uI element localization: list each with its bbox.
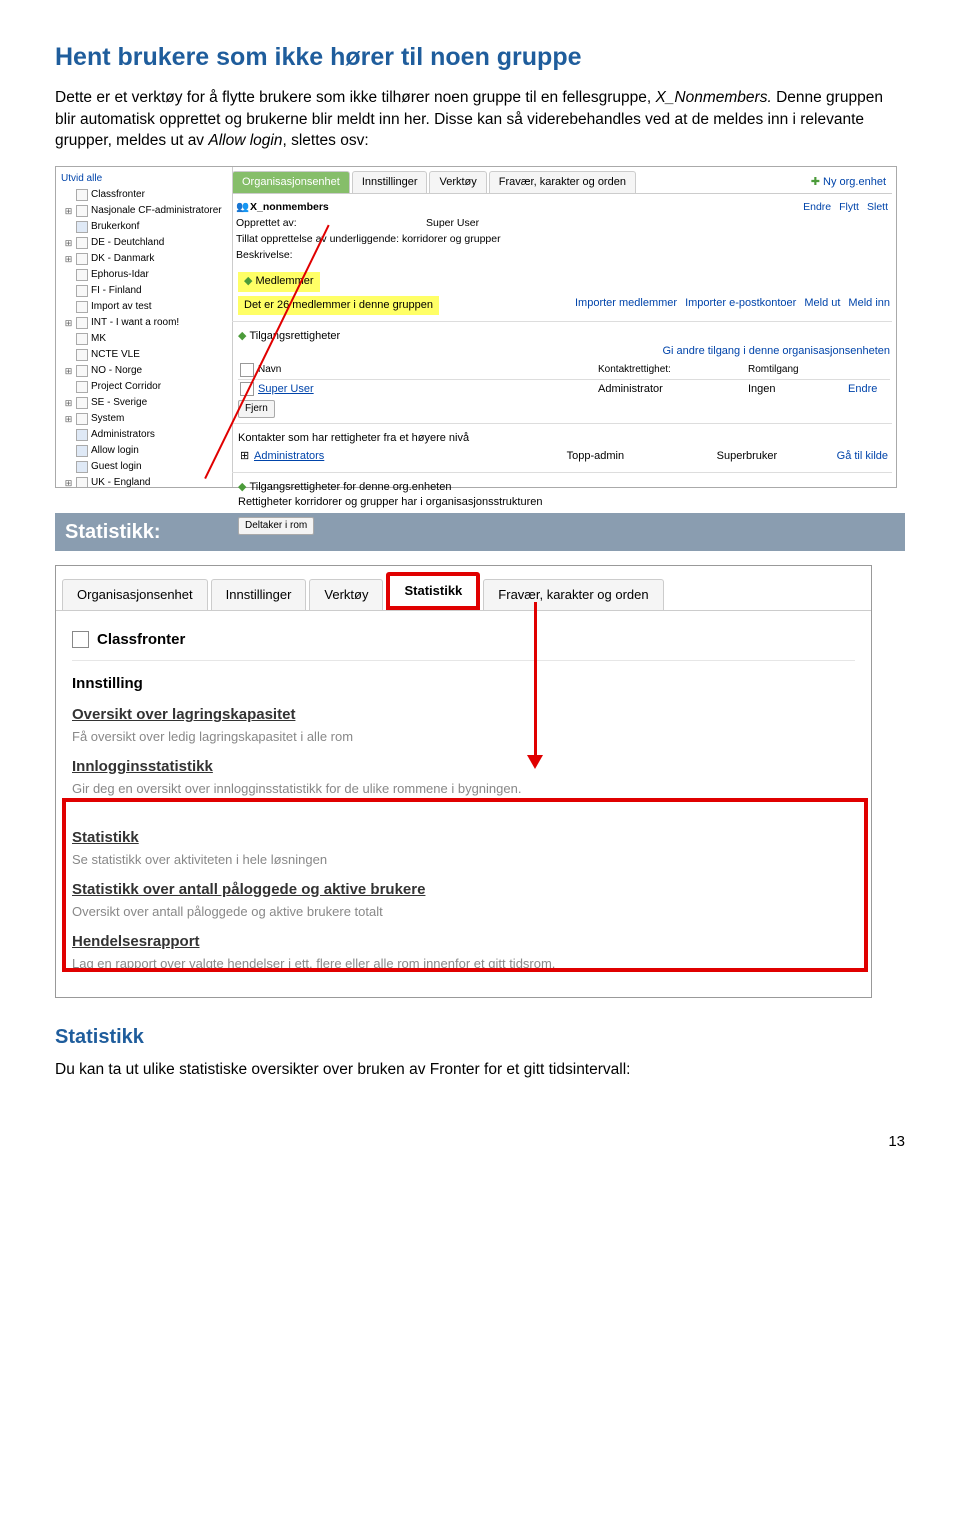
tree-item[interactable]: Allow login <box>58 443 230 459</box>
tree-item[interactable]: ⊞SE - Sverige <box>58 395 230 411</box>
tree-item[interactable]: ⊞DK - Danmark <box>58 251 230 267</box>
page-title: Hent brukere som ikke hører til noen gru… <box>55 40 905 75</box>
tree-panel: Utvid alle Classfronter ⊞Nasjonale CF-ad… <box>56 167 233 487</box>
col-header: Romtilgang <box>748 363 888 377</box>
tree-item[interactable]: Brukerkonf <box>58 219 230 235</box>
tree-item[interactable]: FI - Finland <box>58 283 230 299</box>
page-title: Classfronter <box>97 629 185 650</box>
import-members-link[interactable]: Importer medlemmer <box>575 296 677 315</box>
screenshot-org-unit: Utvid alle Classfronter ⊞Nasjonale CF-ad… <box>55 166 897 488</box>
tab-statistics[interactable]: Statistikk <box>386 572 480 610</box>
edit-link[interactable]: Endre <box>803 200 831 215</box>
cell: Superbruker <box>717 449 837 464</box>
text: , slettes osv: <box>282 132 368 149</box>
subheading: Innstilling <box>72 673 855 694</box>
tree-item[interactable]: ⊞INT - I want a room! <box>58 315 230 331</box>
register-link[interactable]: Meld inn <box>848 296 890 315</box>
tab-attendance[interactable]: Fravær, karakter og orden <box>489 171 636 193</box>
tab-org-unit[interactable]: Organisasjonsenhet <box>62 579 208 610</box>
label: Tillat opprettelse av underliggende: kor… <box>236 232 501 247</box>
cell: Topp-admin <box>567 449 717 464</box>
new-org-unit-link[interactable]: ✚Ny org.enhet <box>805 171 892 193</box>
tab-row: Organisasjonsenhet Innstillinger Verktøy… <box>232 171 892 194</box>
value: Super User <box>426 216 479 231</box>
tab-attendance[interactable]: Fravær, karakter og orden <box>483 579 663 610</box>
text: Dette er et verktøy for å flytte brukere… <box>55 89 655 106</box>
tab-settings[interactable]: Innstillinger <box>211 579 307 610</box>
col-header: Navn <box>258 363 598 377</box>
cell: Ingen <box>748 382 848 397</box>
expand-all-link[interactable]: Utvid alle <box>58 171 230 187</box>
delete-link[interactable]: Slett <box>867 200 888 215</box>
bottom-paragraph: Du kan ta ut ulike statistiske oversikte… <box>55 1059 905 1081</box>
go-source-link[interactable]: Gå til kilde <box>837 449 888 464</box>
row-edit-link[interactable]: Endre <box>848 382 888 397</box>
tab-row: Organisasjonsenhet Innstillinger Verktøy… <box>56 566 871 611</box>
tree-item[interactable]: Project Corridor <box>58 379 230 395</box>
tree-item[interactable]: Guest login <box>58 459 230 475</box>
give-access-link[interactable]: Gi andre tilgang i denne organisasjonsen… <box>663 344 891 359</box>
members-count-highlight: Det er 26 medlemmer i denne gruppen <box>238 296 439 315</box>
sub-text: Få oversikt over ledig lagringskapasitet… <box>72 728 855 746</box>
col-header: Kontaktrettighet: <box>598 363 748 377</box>
tab-settings[interactable]: Innstillinger <box>352 171 428 193</box>
annotation-arrow-head <box>527 755 543 769</box>
tab-tools[interactable]: Verktøy <box>309 579 383 610</box>
intro-paragraph: Dette er et verktøy for å flytte brukere… <box>55 87 905 152</box>
text-italic: X_Nonmembers. <box>655 89 776 106</box>
participant-button[interactable]: Deltaker i rom <box>238 517 314 535</box>
unit-rights-text: Rettigheter korridorer og grupper har i … <box>238 495 890 510</box>
text-italic: Allow login <box>208 132 282 149</box>
tree-item[interactable]: ⊞Nasjonale CF-administratorer <box>58 203 230 219</box>
remove-button[interactable]: Fjern <box>238 400 275 418</box>
tree-item[interactable]: Ephorus-Idar <box>58 267 230 283</box>
tree-item[interactable]: Classfronter <box>58 187 230 203</box>
tree-item[interactable]: ⊞DE - Deutchland <box>58 235 230 251</box>
higher-rights-text: Kontakter som har rettigheter fra et høy… <box>238 431 890 446</box>
page-number: 13 <box>55 1131 905 1152</box>
tree-item[interactable]: Administrators <box>58 427 230 443</box>
screenshot-statistics: Organisasjonsenhet Innstillinger Verktøy… <box>55 565 872 998</box>
tab-org-unit[interactable]: Organisasjonsenhet <box>232 171 350 193</box>
label: Opprettet av: <box>236 216 426 231</box>
storage-link[interactable]: Oversikt over lagringskapasitet <box>72 704 855 725</box>
tree-item[interactable]: MK <box>58 331 230 347</box>
move-link[interactable]: Flytt <box>839 200 859 215</box>
unregister-link[interactable]: Meld ut <box>804 296 840 315</box>
login-stats-link[interactable]: Innlogginsstatistikk <box>72 756 855 777</box>
tree-item[interactable]: ⊞NO - Norge <box>58 363 230 379</box>
tree-item[interactable]: NCTE VLE <box>58 347 230 363</box>
rights-label: Tilgangsrettigheter <box>249 330 340 342</box>
cell: Administrator <box>598 382 748 397</box>
unit-rights-label: Tilgangsrettigheter for denne org.enhete… <box>249 481 451 493</box>
import-email-link[interactable]: Importer e-postkontoer <box>685 296 796 315</box>
detail-panel: Organisasjonsenhet Innstillinger Verktøy… <box>232 171 892 544</box>
sub-text: Gir deg en oversikt over innlogginsstati… <box>72 780 855 798</box>
tree-item[interactable]: ⊞System <box>58 411 230 427</box>
annotation-highlight-box <box>62 798 868 972</box>
annotation-arrow-line <box>534 602 537 757</box>
checkbox[interactable] <box>72 631 89 648</box>
statistics-heading: Statistikk <box>55 1023 905 1051</box>
unit-name: X_nonmembers <box>250 200 329 215</box>
label: Beskrivelse: <box>236 248 293 263</box>
members-highlight: ◆Medlemmer <box>238 272 320 291</box>
admins-link[interactable]: Administrators <box>254 449 567 464</box>
user-link[interactable]: Super User <box>258 382 598 397</box>
tree-item[interactable]: Import av test <box>58 299 230 315</box>
tab-tools[interactable]: Verktøy <box>429 171 486 193</box>
